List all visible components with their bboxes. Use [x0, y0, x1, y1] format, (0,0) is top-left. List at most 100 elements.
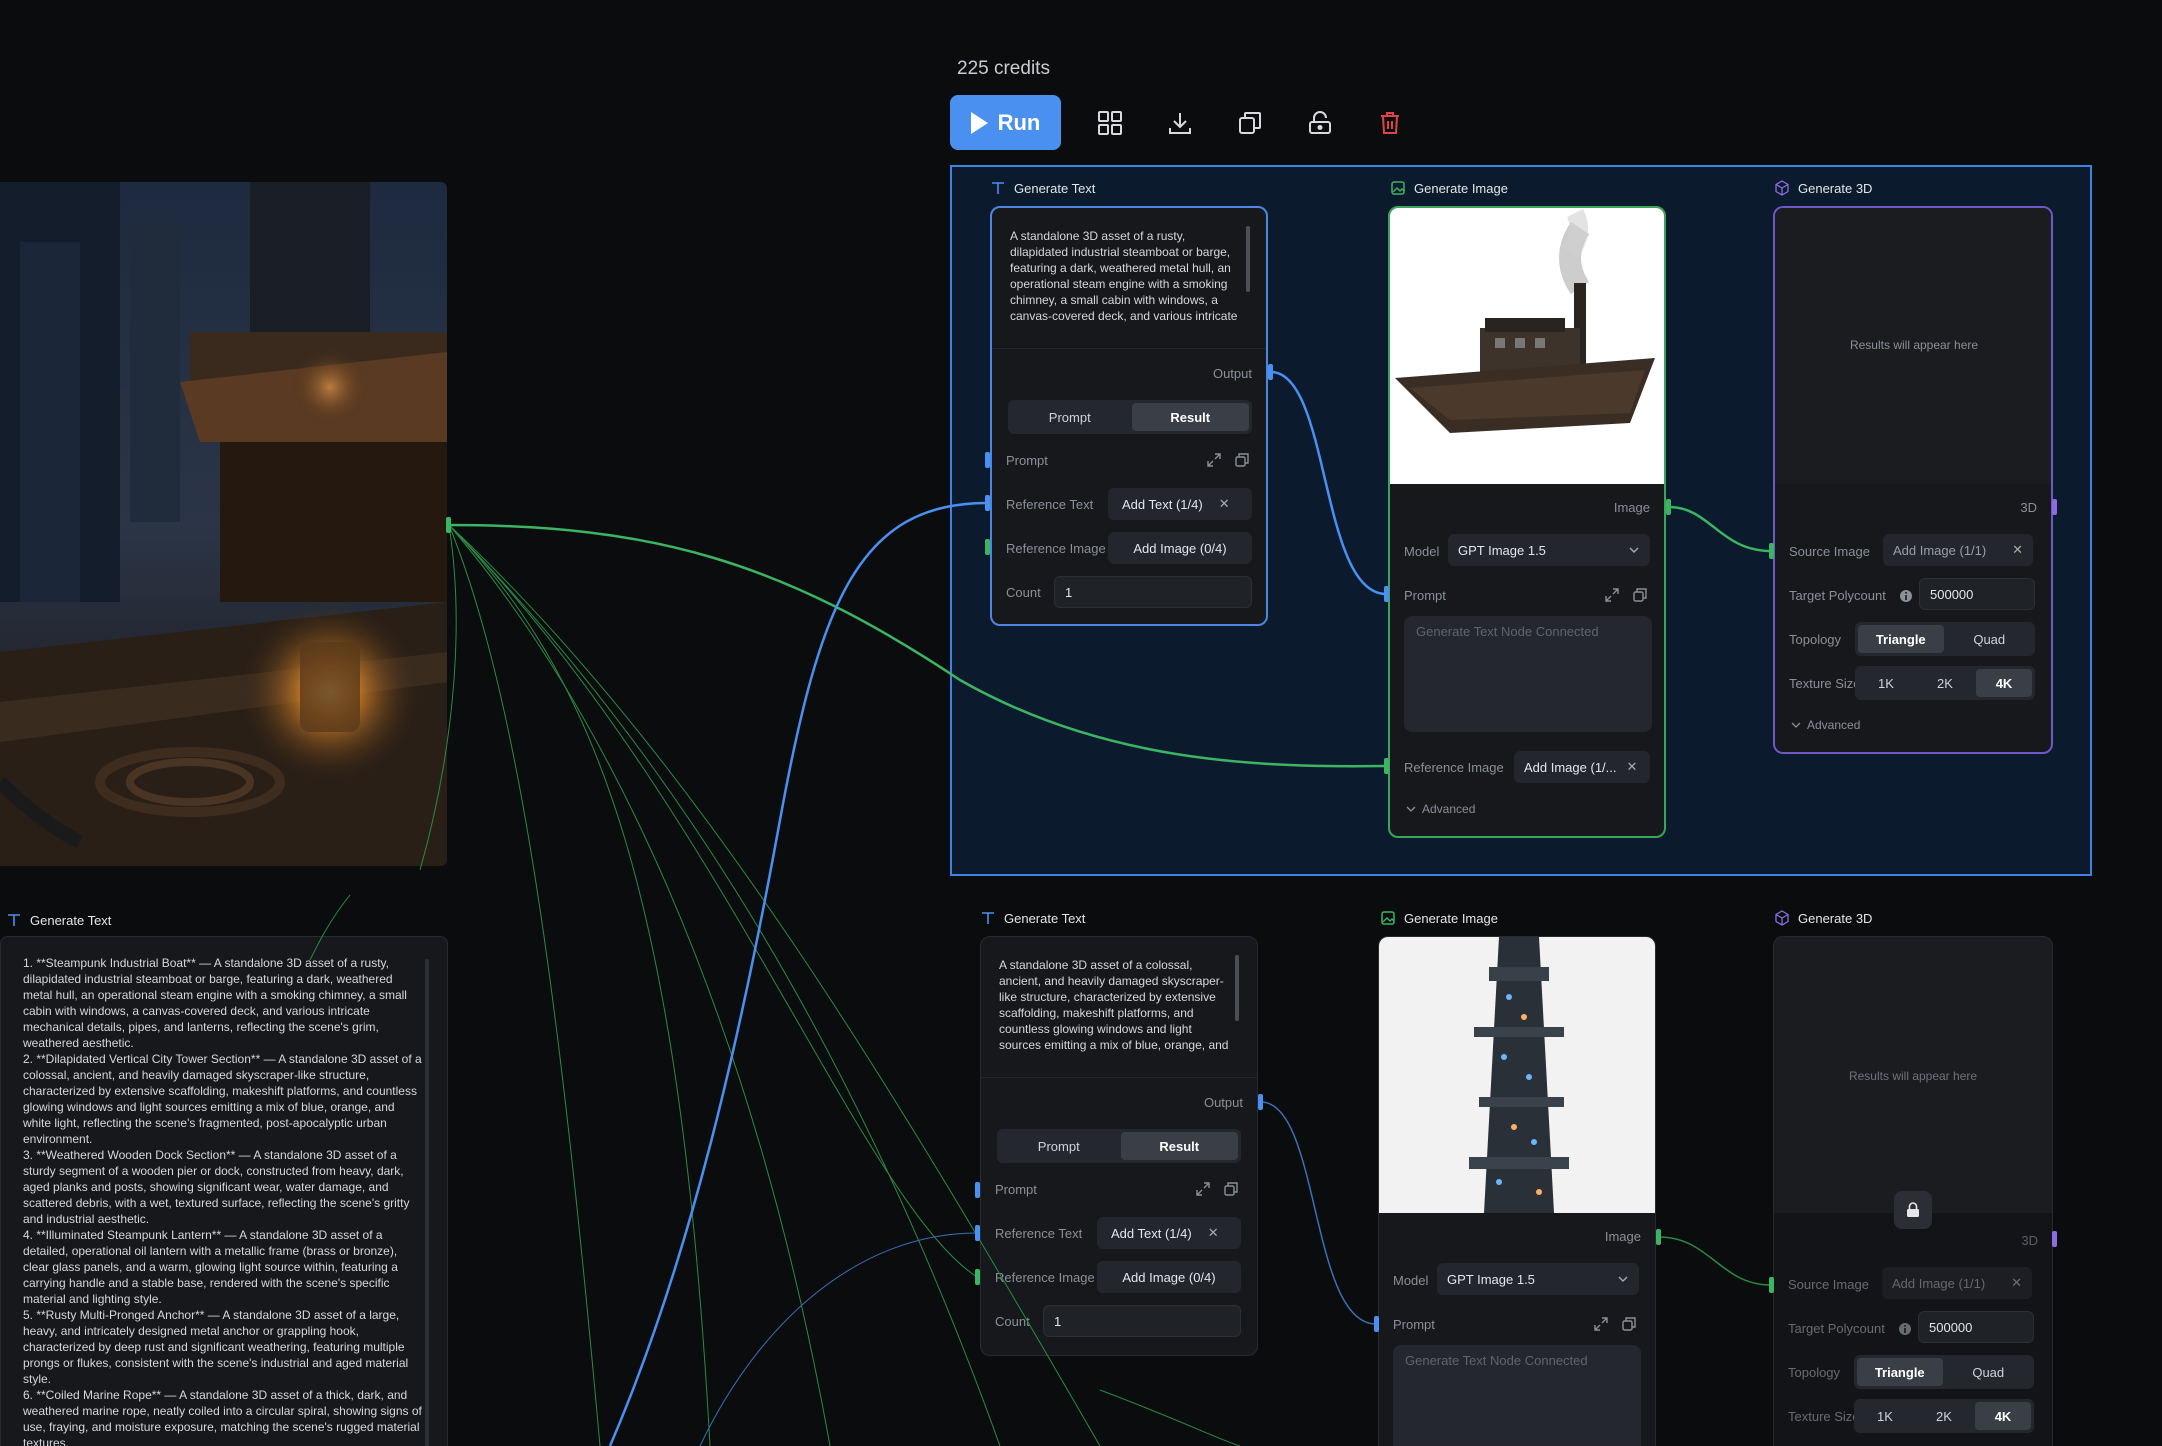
- image-node-2-title: Generate Image: [1380, 910, 1498, 926]
- download-icon[interactable]: [1159, 102, 1201, 144]
- copy-icon[interactable]: [1621, 1316, 1637, 1332]
- expand-icon[interactable]: [1604, 587, 1620, 603]
- model-node-1-title: Generate 3D: [1774, 180, 1872, 196]
- node-canvas[interactable]: 225 credits Run Generate Text 1. **Steam…: [0, 0, 2162, 1446]
- expand-icon[interactable]: [1206, 452, 1222, 468]
- source-image-chip[interactable]: Add Image (1/1) ✕: [1883, 534, 2033, 566]
- copy-icon[interactable]: [1223, 1181, 1239, 1197]
- close-icon[interactable]: ✕: [2011, 1275, 2022, 1291]
- tab-result[interactable]: Result: [1131, 403, 1249, 431]
- duplicate-icon[interactable]: [1229, 102, 1271, 144]
- model-select[interactable]: GPT Image 1.5: [1437, 1263, 1639, 1295]
- text-type-icon: [982, 912, 994, 924]
- text-node-2[interactable]: A standalone 3D asset of a colossal, anc…: [980, 936, 1258, 1356]
- polycount-input[interactable]: 500000: [1918, 1311, 2034, 1343]
- results-placeholder: Results will appear here: [1848, 1069, 1978, 1083]
- add-image-chip[interactable]: Add Image (0/4): [1097, 1261, 1241, 1293]
- polycount-label: Target Polycount: [1789, 588, 1886, 603]
- port-image2-output[interactable]: [1656, 1229, 1661, 1245]
- tab-prompt[interactable]: Prompt: [1011, 403, 1129, 431]
- port-3d2-output[interactable]: [2052, 1231, 2057, 1247]
- topology-toggle: Triangle Quad: [1854, 1355, 2034, 1389]
- topology-triangle[interactable]: Triangle: [1858, 625, 1944, 653]
- model-select[interactable]: GPT Image 1.5: [1448, 534, 1650, 566]
- close-icon[interactable]: ✕: [1219, 496, 1230, 512]
- ref-image-label: Reference Image: [1404, 760, 1504, 775]
- left-text-content: 1. **Steampunk Industrial Boat** — A sta…: [23, 956, 422, 1446]
- ref-text-label: Reference Text: [995, 1226, 1083, 1241]
- scrollbar[interactable]: [1235, 955, 1239, 1021]
- add-text-chip[interactable]: Add Text (1/4) ✕: [1108, 488, 1252, 520]
- image-node-1[interactable]: Image Model GPT Image 1.5 Prompt Generat…: [1388, 206, 1666, 838]
- port-image1-refimage[interactable]: [1384, 758, 1389, 774]
- topology-triangle[interactable]: Triangle: [1857, 1358, 1943, 1386]
- tab-prompt[interactable]: Prompt: [1000, 1132, 1118, 1160]
- tab-result[interactable]: Result: [1120, 1132, 1238, 1160]
- port-image1-prompt[interactable]: [1384, 586, 1389, 602]
- copy-icon[interactable]: [1632, 587, 1648, 603]
- port-3d1-source[interactable]: [1769, 543, 1774, 559]
- add-text-chip[interactable]: Add Text (1/4) ✕: [1097, 1217, 1241, 1249]
- advanced-toggle[interactable]: Advanced: [1791, 718, 1860, 732]
- model-node-2[interactable]: Results will appear here 3D Source Image…: [1773, 936, 2053, 1446]
- prompt-textarea[interactable]: Generate Text Node Connected: [1393, 1345, 1641, 1446]
- grid-icon[interactable]: [1089, 102, 1131, 144]
- texture-1k[interactable]: 1K: [1858, 669, 1914, 697]
- port-text2-reftext[interactable]: [975, 1225, 980, 1241]
- texture-2k[interactable]: 2K: [1917, 669, 1973, 697]
- left-text-node[interactable]: 1. **Steampunk Industrial Boat** — A sta…: [0, 936, 448, 1446]
- chevron-down-icon: [1791, 722, 1801, 728]
- polycount-input[interactable]: 500000: [1919, 578, 2035, 610]
- texture-4k[interactable]: 4K: [1976, 669, 2032, 697]
- port-text1-reftext[interactable]: [985, 495, 990, 511]
- prompt-text: A standalone 3D asset of a colossal, anc…: [999, 958, 1229, 1055]
- scrollbar[interactable]: [1246, 226, 1250, 292]
- expand-icon[interactable]: [1195, 1181, 1211, 1197]
- run-button[interactable]: Run: [950, 95, 1061, 150]
- model-node-1[interactable]: Results will appear here 3D Source Image…: [1773, 206, 2053, 754]
- unlock-icon[interactable]: [1299, 102, 1341, 144]
- port-scene-output[interactable]: [446, 517, 451, 533]
- image-node-2[interactable]: Image Model GPT Image 1.5 Prompt Generat…: [1378, 936, 1656, 1446]
- generated-tower-image[interactable]: [1379, 937, 1655, 1213]
- info-icon[interactable]: [1898, 1322, 1912, 1336]
- lock-button[interactable]: [1894, 1191, 1932, 1229]
- topology-quad[interactable]: Quad: [1946, 1358, 2032, 1386]
- port-text2-output[interactable]: [1258, 1094, 1263, 1110]
- close-icon[interactable]: ✕: [2012, 542, 2023, 558]
- copy-icon[interactable]: [1234, 452, 1250, 468]
- close-icon[interactable]: ✕: [1627, 759, 1638, 775]
- expand-icon[interactable]: [1593, 1316, 1609, 1332]
- port-text2-prompt[interactable]: [975, 1182, 980, 1198]
- prompt-label: Prompt: [1393, 1317, 1435, 1332]
- count-input[interactable]: 1: [1054, 576, 1252, 608]
- port-text1-output[interactable]: [1268, 364, 1273, 380]
- port-3d1-output[interactable]: [2052, 499, 2057, 515]
- add-image-chip[interactable]: Add Image (0/4): [1108, 532, 1252, 564]
- scrollbar[interactable]: [425, 959, 429, 1446]
- port-image2-prompt[interactable]: [1374, 1316, 1379, 1332]
- text-node-1[interactable]: A standalone 3D asset of a rusty, dilapi…: [990, 206, 1268, 626]
- source-scene-image[interactable]: [0, 182, 447, 866]
- cube-icon: [1775, 910, 1789, 926]
- port-image1-output[interactable]: [1666, 499, 1671, 515]
- texture-size-label: Texture Size: [1789, 676, 1861, 691]
- delete-icon[interactable]: [1369, 102, 1411, 144]
- texture-2k[interactable]: 2K: [1916, 1402, 1972, 1430]
- advanced-toggle[interactable]: Advanced: [1406, 802, 1475, 816]
- texture-4k[interactable]: 4K: [1975, 1402, 2031, 1430]
- add-image-chip[interactable]: Add Image (1/... ✕: [1514, 751, 1650, 783]
- count-input[interactable]: 1: [1043, 1305, 1241, 1337]
- port-text1-prompt[interactable]: [985, 452, 990, 468]
- info-icon[interactable]: [1899, 589, 1913, 603]
- texture-1k[interactable]: 1K: [1857, 1402, 1913, 1430]
- close-icon[interactable]: ✕: [1208, 1225, 1219, 1241]
- port-3d2-source[interactable]: [1769, 1277, 1774, 1293]
- topology-quad[interactable]: Quad: [1947, 625, 2033, 653]
- generated-boat-image[interactable]: [1390, 208, 1664, 484]
- prompt-textarea[interactable]: Generate Text Node Connected: [1404, 616, 1652, 732]
- polycount-label: Target Polycount: [1788, 1321, 1885, 1336]
- source-image-chip[interactable]: Add Image (1/1) ✕: [1882, 1267, 2032, 1299]
- port-text2-refimage[interactable]: [975, 1269, 980, 1285]
- port-text1-refimage[interactable]: [985, 539, 990, 555]
